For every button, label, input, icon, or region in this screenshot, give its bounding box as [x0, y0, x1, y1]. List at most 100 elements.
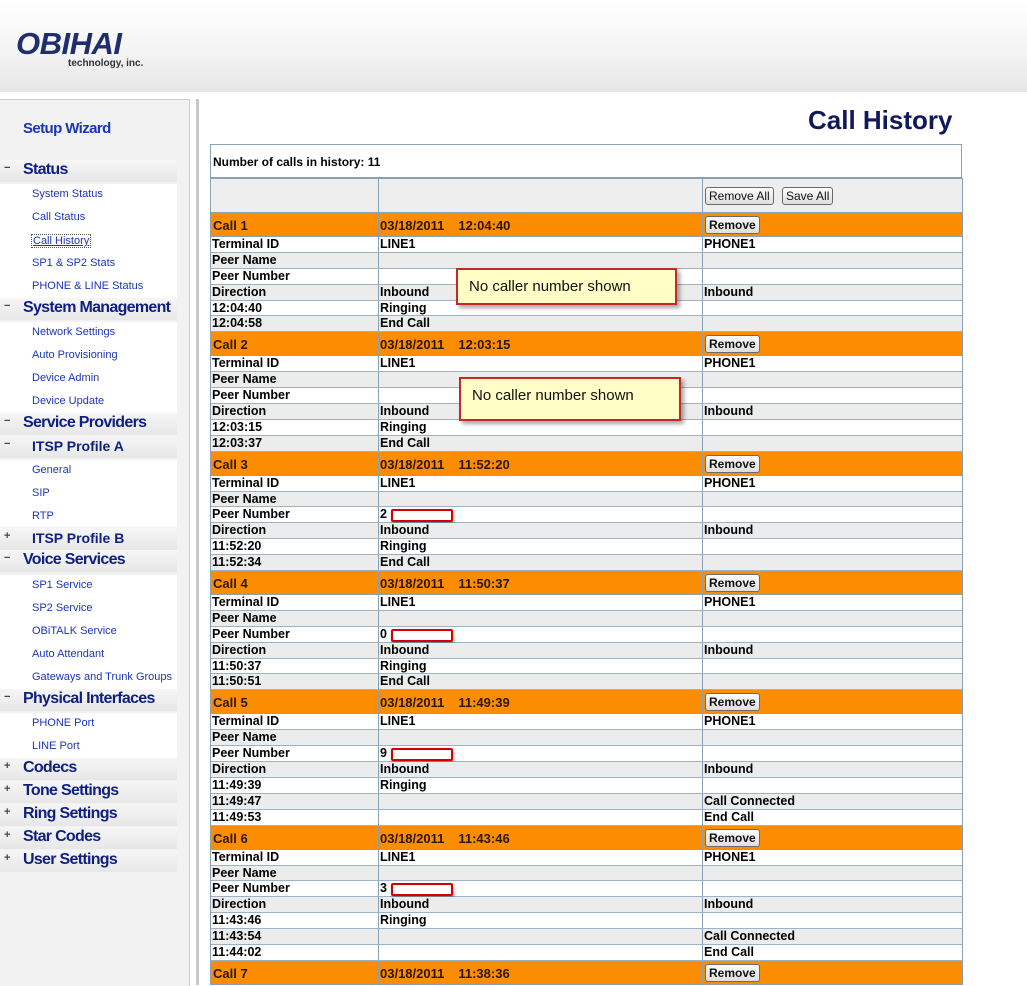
sidebar-item-rtp[interactable]: RTP	[32, 510, 54, 522]
redaction-box	[391, 509, 453, 523]
expand-icon[interactable]: +	[4, 829, 10, 841]
collapse-icon[interactable]: −	[4, 162, 10, 174]
sidebar-section-voice-services[interactable]: − Voice Services	[0, 550, 177, 572]
column-divider	[378, 435, 379, 451]
sidebar-subsection-itsp-profile-b[interactable]: + ITSP Profile B	[0, 528, 177, 550]
row-label: 11:43:46	[212, 913, 262, 928]
column-divider	[378, 213, 379, 236]
sidebar-item-line-port[interactable]: LINE Port	[32, 740, 80, 752]
sidebar-item-call-history[interactable]: Call History	[31, 234, 92, 248]
sidebar-item-sp2-service[interactable]: SP2 Service	[32, 602, 93, 614]
column-divider	[702, 897, 703, 913]
column-divider	[378, 451, 379, 475]
column-divider	[378, 332, 379, 356]
column-divider	[702, 746, 703, 762]
column-divider	[702, 237, 703, 252]
remove-call-button[interactable]: Remove	[705, 963, 760, 982]
row-label: Terminal ID	[212, 714, 280, 729]
sidebar-section-codecs[interactable]: + Codecs	[0, 758, 177, 780]
column-divider	[702, 929, 703, 944]
column-divider	[702, 793, 703, 809]
sidebar-divider	[196, 99, 199, 985]
expand-icon[interactable]: +	[4, 783, 10, 795]
sidebar-section-status[interactable]: − Status	[0, 160, 177, 182]
call-header-row: Call 4 03/18/2011 11:50:37 Remove	[211, 571, 962, 596]
collapse-icon[interactable]: −	[4, 438, 10, 450]
call-detail-row: 12:03:15 Ringing	[211, 419, 962, 436]
phone-value: PHONE1	[704, 595, 756, 610]
call-header-row: Call 5 03/18/2011 11:49:39 Remove	[211, 690, 962, 715]
sidebar-item-sp1-service[interactable]: SP1 Service	[32, 579, 93, 591]
row-label: Peer Name	[212, 610, 277, 625]
sidebar-item-obitalk-service[interactable]: OBiTALK Service	[32, 625, 117, 637]
remove-call-button[interactable]: Remove	[705, 693, 760, 712]
remove-all-button[interactable]: Remove All	[705, 187, 774, 205]
column-divider	[702, 404, 703, 419]
sidebar-item-device-update[interactable]: Device Update	[32, 395, 104, 407]
row-label: Direction	[212, 284, 267, 299]
setup-wizard-link[interactable]: Setup Wizard	[23, 120, 111, 137]
expand-icon[interactable]: +	[4, 852, 10, 864]
collapse-icon[interactable]: −	[4, 691, 10, 703]
row-label: Peer Number	[212, 268, 290, 283]
expand-icon[interactable]: +	[4, 530, 10, 542]
sidebar-section-system-management[interactable]: − System Management	[0, 298, 177, 320]
call-time: 12:04:40	[458, 218, 511, 233]
sidebar-nav: Setup Wizard − Status System Status Call St…	[0, 99, 190, 986]
sidebar-item-device-admin[interactable]: Device Admin	[32, 372, 99, 384]
sidebar-item-phone-line-status[interactable]: PHONE & LINE Status	[32, 280, 143, 292]
sidebar-item-call-status[interactable]: Call Status	[32, 211, 85, 223]
call-time: 11:49:39	[458, 695, 510, 711]
sidebar-subsection-itsp-profile-a[interactable]: − ITSP Profile A	[0, 436, 177, 458]
call-name: Call 2	[213, 337, 248, 353]
expand-icon[interactable]: +	[4, 806, 10, 818]
collapse-icon[interactable]: −	[4, 415, 10, 427]
save-all-button[interactable]: Save All	[782, 187, 834, 205]
sidebar-item-network-settings[interactable]: Network Settings	[32, 326, 115, 338]
sidebar-item-general[interactable]: General	[32, 464, 71, 476]
sidebar-item-auto-attendant[interactable]: Auto Attendant	[32, 648, 104, 660]
collapse-icon[interactable]: −	[4, 552, 10, 564]
column-divider	[378, 316, 379, 332]
sidebar-section-user-settings[interactable]: + User Settings	[0, 850, 177, 872]
row-label: 11:50:51	[212, 674, 262, 689]
column-divider	[378, 300, 379, 316]
sidebar-section-service-providers[interactable]: − Service Providers	[0, 413, 177, 435]
column-divider	[702, 316, 703, 332]
sidebar-section-ring-settings[interactable]: + Ring Settings	[0, 804, 177, 826]
header-bar: OBIHAI technology, inc.	[0, 0, 1027, 92]
callout-note: No caller number shown	[459, 377, 681, 421]
line-value: Inbound	[380, 284, 430, 299]
sidebar-item-phone-port[interactable]: PHONE Port	[32, 717, 94, 729]
column-divider	[378, 690, 379, 714]
remove-call-button[interactable]: Remove	[705, 574, 760, 593]
call-datetime: 03/18/2011 11:38:36	[380, 966, 510, 981]
expand-icon[interactable]: +	[4, 760, 10, 772]
column-divider	[702, 714, 703, 730]
sidebar-item-system-status[interactable]: System Status	[32, 188, 103, 200]
call-detail-row: Terminal ID LINE1 PHONE1	[211, 714, 962, 731]
sidebar-item-sip[interactable]: SIP	[32, 487, 50, 499]
call-count-text: Number of calls in history: 11	[213, 155, 381, 169]
remove-call-button[interactable]: Remove	[705, 454, 760, 473]
column-divider	[702, 213, 703, 236]
call-detail-row: Direction Inbound Inbound	[211, 762, 962, 778]
line-value: LINE1	[380, 356, 416, 371]
sidebar-section-star-codes[interactable]: + Star Codes	[0, 827, 177, 849]
sidebar-item-auto-provisioning[interactable]: Auto Provisioning	[32, 349, 118, 361]
sidebar-item-sp1-sp2-stats[interactable]: SP1 & SP2 Stats	[32, 257, 115, 269]
remove-call-button[interactable]: Remove	[705, 216, 760, 234]
call-date: 03/18/2011	[380, 965, 445, 981]
sidebar-item-gateways-and-trunk-groups[interactable]: Gateways and Trunk Groups	[32, 671, 172, 683]
remove-call-button[interactable]: Remove	[705, 335, 760, 354]
remove-call-button[interactable]: Remove	[705, 828, 760, 847]
call-datetime: 03/18/2011 11:52:20	[380, 457, 510, 472]
line-value: Inbound	[380, 523, 430, 538]
column-divider	[702, 658, 703, 674]
collapse-icon[interactable]: −	[4, 300, 10, 312]
sidebar-section-physical-interfaces[interactable]: − Physical Interfaces	[0, 689, 177, 711]
sidebar-section-tone-settings[interactable]: + Tone Settings	[0, 781, 177, 803]
column-divider	[378, 960, 379, 984]
column-divider	[702, 555, 703, 571]
column-divider	[378, 404, 379, 419]
